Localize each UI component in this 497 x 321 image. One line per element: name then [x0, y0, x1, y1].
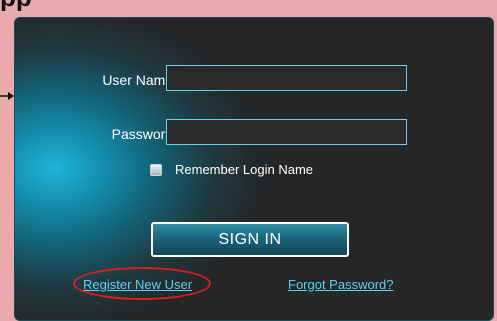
remember-login-checkbox[interactable] — [150, 164, 162, 176]
remember-login-label: Remember Login Name — [175, 162, 314, 177]
username-field[interactable] — [166, 65, 407, 91]
password-field[interactable] — [166, 119, 407, 145]
password-label: Password: — [111, 126, 177, 142]
forgot-password-link[interactable]: Forgot Password? — [288, 277, 394, 292]
username-label: User Name: — [102, 72, 177, 88]
pointer-arrow-icon — [0, 92, 14, 100]
sign-in-button[interactable]: SIGN IN — [151, 222, 349, 257]
login-panel: User Name: Password: Remember Login Name… — [14, 17, 494, 321]
page-heading-fragment: pp — [0, 0, 70, 11]
register-highlight-ellipse — [73, 267, 211, 300]
